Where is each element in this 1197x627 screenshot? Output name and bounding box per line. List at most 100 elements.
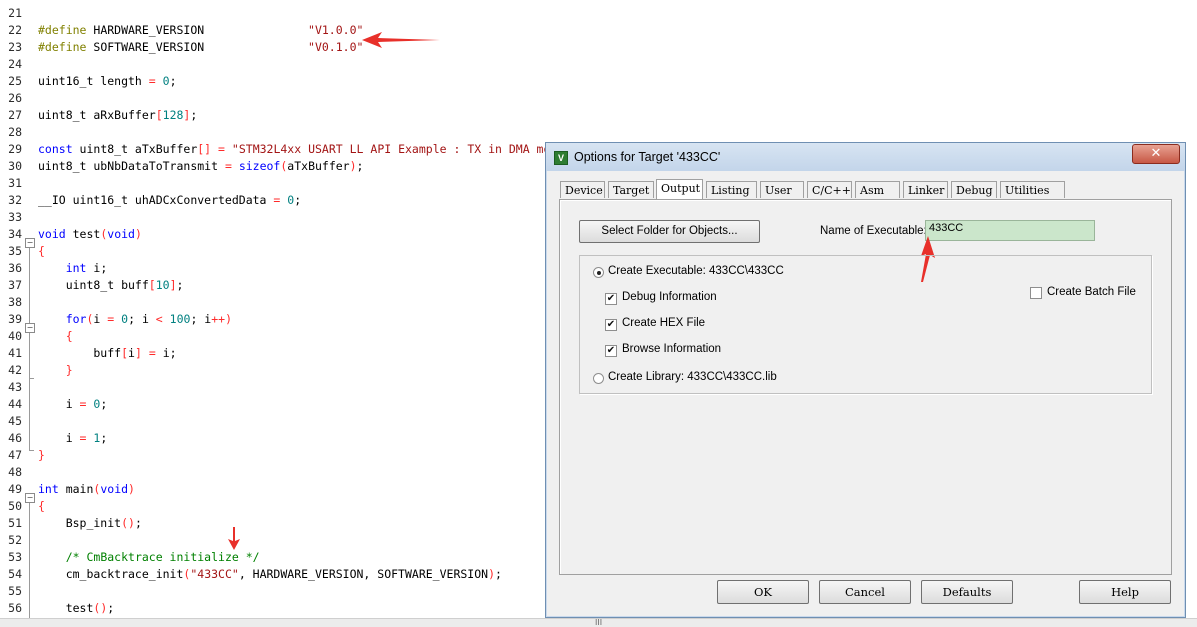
red-arrow-icon <box>362 32 440 48</box>
code-line[interactable]: /* CmBacktrace initialize */ <box>38 549 260 566</box>
code-line[interactable]: const uint8_t aTxBuffer[] = "STM32L4xx U… <box>38 141 606 158</box>
line-number: 49 <box>8 482 22 496</box>
fold-end <box>29 450 34 451</box>
code-token: ) <box>134 227 142 241</box>
code-line[interactable]: void test(void) <box>38 226 142 243</box>
line-number: 24 <box>8 57 22 71</box>
tab-output[interactable]: Output <box>656 179 703 199</box>
line-number: 53 <box>8 550 22 564</box>
create-batch-label: Create Batch File <box>1047 286 1136 298</box>
code-token: sizeof <box>238 159 281 173</box>
code-line[interactable]: { <box>38 498 45 515</box>
code-line[interactable]: buff[i] = i; <box>38 345 176 362</box>
line-number: 45 <box>8 414 22 428</box>
code-line[interactable]: __IO uint16_t uhADCxConvertedData = 0; <box>38 192 301 209</box>
create-batch-checkbox[interactable] <box>1030 287 1042 299</box>
code-line[interactable]: } <box>38 362 73 379</box>
tab-debug[interactable]: Debug <box>951 181 997 198</box>
code-token: () <box>121 516 135 530</box>
code-line[interactable]: cm_backtrace_init("433CC", HARDWARE_VERS… <box>38 566 502 583</box>
line-number: 43 <box>8 380 22 394</box>
tab-c-cpp[interactable]: C/C++ <box>807 181 852 198</box>
code-token: ; <box>356 159 364 173</box>
code-line[interactable]: { <box>38 243 45 260</box>
tab-asm[interactable]: Asm <box>855 181 900 198</box>
line-number: 32 <box>8 193 22 207</box>
line-number: 30 <box>8 159 22 173</box>
line-number: 42 <box>8 363 22 377</box>
code-token: "STM32L4xx USART LL API Example : TX in … <box>231 142 599 156</box>
code-line[interactable]: i = 0; <box>38 396 108 413</box>
code-line[interactable]: i = 1; <box>38 430 108 447</box>
code-line[interactable]: { <box>38 328 73 345</box>
code-token: 100 <box>169 312 191 326</box>
code-line[interactable]: for(i = 0; i < 100; i++) <box>38 311 232 328</box>
exe-name-input[interactable]: 433CC <box>925 220 1095 241</box>
code-line[interactable]: uint8_t aRxBuffer[128]; <box>38 107 197 124</box>
code-token: () <box>93 601 108 615</box>
fold-toggle-icon[interactable]: − <box>25 493 35 503</box>
code-token: ; <box>100 397 108 411</box>
line-number: 33 <box>8 210 22 224</box>
code-token: [ <box>148 278 156 292</box>
code-token: 128 <box>162 108 184 122</box>
code-token: uint8_t aRxBuffer <box>38 108 156 122</box>
code-line[interactable]: } <box>38 447 45 464</box>
line-number: 47 <box>8 448 22 462</box>
code-line[interactable]: test(); <box>38 600 115 617</box>
code-line[interactable]: int i; <box>38 260 108 277</box>
code-token: ; <box>169 74 177 88</box>
fold-end <box>29 378 34 379</box>
create-library-label: Create Library: 433CC\433CC.lib <box>608 371 777 383</box>
code-token: HARDWARE_VERSION <box>86 23 309 37</box>
code-line[interactable]: Bsp_init(); <box>38 515 142 532</box>
defaults-button[interactable]: Defaults <box>921 580 1013 604</box>
line-number: 54 <box>8 567 22 581</box>
tab-target[interactable]: Target <box>608 181 654 198</box>
line-number: 40 <box>8 329 22 343</box>
dialog-title: Options for Target '433CC' <box>574 150 721 164</box>
code-token: void <box>100 482 129 496</box>
code-token: i <box>38 397 80 411</box>
tab-utilities[interactable]: Utilities <box>1000 181 1065 198</box>
tab-user[interactable]: User <box>760 181 804 198</box>
fold-toggle-icon[interactable]: − <box>25 238 35 248</box>
create-executable-radio[interactable] <box>593 267 604 278</box>
code-token: ; i <box>190 312 212 326</box>
code-token: } <box>38 448 45 462</box>
code-token: uint16_t length <box>38 74 149 88</box>
code-token: = <box>224 159 232 173</box>
create-library-radio[interactable] <box>593 373 604 384</box>
line-number: 55 <box>8 584 22 598</box>
help-button[interactable]: Help <box>1079 580 1171 604</box>
tab-device[interactable]: Device <box>560 181 605 198</box>
code-line[interactable]: #define HARDWARE_VERSION "V1.0.0" <box>38 22 363 39</box>
code-line[interactable]: int main(void) <box>38 481 135 498</box>
debug-info-checkbox[interactable]: ✔ <box>605 293 617 305</box>
browse-info-checkbox[interactable]: ✔ <box>605 345 617 357</box>
code-token: aTxBuffer <box>287 159 350 173</box>
line-number: 41 <box>8 346 22 360</box>
code-line[interactable]: #define SOFTWARE_VERSION "V0.1.0" <box>38 39 363 56</box>
tab-linker[interactable]: Linker <box>903 181 948 198</box>
code-line[interactable]: uint8_t ubNbDataToTransmit = sizeof(aTxB… <box>38 158 363 175</box>
code-token: i; <box>86 261 108 275</box>
close-button[interactable]: ✕ <box>1132 144 1180 164</box>
dialog-titlebar[interactable]: V Options for Target '433CC' ✕ <box>546 143 1185 171</box>
line-number: 52 <box>8 533 22 547</box>
cancel-button[interactable]: Cancel <box>819 580 911 604</box>
code-token: Bsp_init <box>38 516 122 530</box>
code-line[interactable]: uint8_t buff[10]; <box>38 277 184 294</box>
code-line[interactable]: uint16_t length = 0; <box>38 73 177 90</box>
tab-listing[interactable]: Listing <box>706 181 757 198</box>
select-folder-button[interactable]: Select Folder for Objects... <box>579 220 760 243</box>
create-hex-checkbox[interactable]: ✔ <box>605 319 617 331</box>
debug-info-label: Debug Information <box>622 291 717 303</box>
code-token: ) <box>488 567 495 581</box>
fold-toggle-icon[interactable]: − <box>25 323 35 333</box>
ok-button[interactable]: OK <box>717 580 809 604</box>
code-token: ++ <box>211 312 226 326</box>
